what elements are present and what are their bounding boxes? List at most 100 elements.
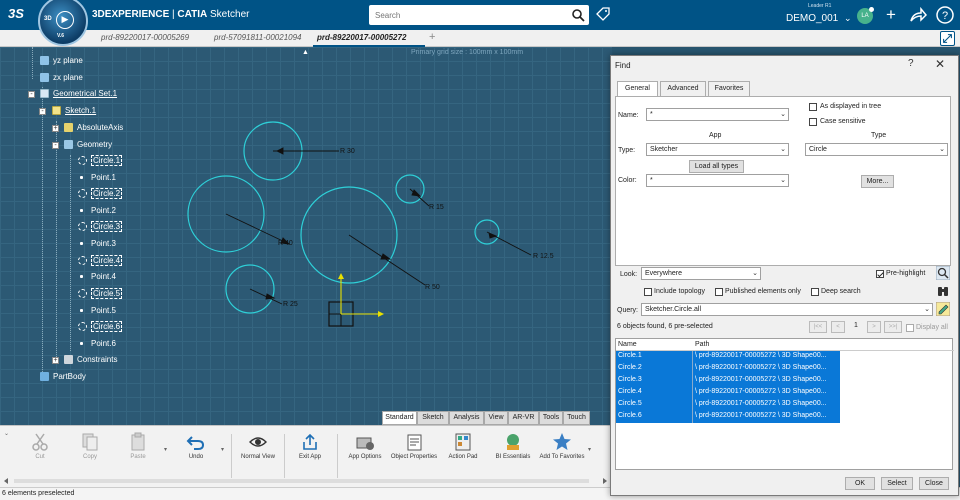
normal-view-icon [249,437,267,447]
tab-touch[interactable]: Touch [563,411,590,425]
as-displayed-checkbox[interactable] [809,103,817,111]
dimension-label[interactable]: R 50 [425,284,440,291]
query-field[interactable]: Sketcher.Circle.all ⌄ [641,303,933,316]
search-icon[interactable] [936,266,950,280]
collapse-icon[interactable]: - [39,108,46,115]
load-all-types-button[interactable]: Load all types [689,160,744,173]
close-icon[interactable]: ✕ [935,57,945,71]
circle-icon [78,156,87,165]
circle-icon [78,322,87,331]
tree-line [70,155,71,351]
result-summary: 6 objects found, 6 pre-selected [617,323,713,330]
collapse-tree-icon[interactable]: ▲ [302,49,309,56]
color-label: Color: [618,177,637,184]
tab-analysis[interactable]: Analysis [449,411,484,425]
first-page-button[interactable]: |<< [809,321,827,333]
tab-ar-vr[interactable]: AR-VR [508,411,539,425]
toolbar-divider [284,434,285,478]
tab-view[interactable]: View [484,411,508,425]
tree-line [32,47,33,79]
include-topology-label: Include topology [654,288,705,295]
table-row[interactable]: Circle.5 \ prd-89220017-00005272 \ 3D Sha… [616,399,840,411]
more-button[interactable]: More... [861,175,894,188]
horizontal-scrollbar[interactable] [0,476,612,486]
star-icon [553,433,571,450]
pre-highlight-label: Pre-highlight [886,270,926,277]
tree-line [56,121,57,361]
tab-general[interactable]: General [617,81,658,97]
chevron-down-icon[interactable]: ⌄ [844,13,852,24]
compass-version: V.6 [57,33,65,39]
svg-text:?: ? [942,10,948,22]
find-dialog[interactable]: Find ? ✕ General Advanced Favorites Name… [610,55,959,496]
include-topology-checkbox[interactable] [644,288,652,296]
help-button[interactable]: ? [908,58,914,69]
app-header: App [709,132,722,139]
toolbar-divider [337,434,338,478]
user-role: Leader R1 [808,3,832,9]
as-displayed-label: As displayed in tree [820,103,882,110]
display-all-checkbox[interactable] [906,324,914,332]
tab-advanced[interactable]: Advanced [660,81,706,96]
app-select[interactable]: Sketcher ⌄ [646,143,789,156]
pre-highlight-checkbox[interactable] [876,270,884,278]
color-select[interactable]: * ⌄ [646,174,789,187]
case-sensitive-checkbox[interactable] [809,118,817,126]
published-only-checkbox[interactable] [715,288,723,296]
expand-tree-icon[interactable]: + [52,125,59,132]
name-label: Name: [618,112,639,119]
type-select[interactable]: Circle ⌄ [805,143,948,156]
table-row[interactable]: Circle.6 \ prd-89220017-00005272 \ 3D Sha… [616,411,840,423]
binoculars-icon[interactable] [936,284,950,298]
name-field[interactable]: * ⌄ [646,108,789,121]
point-icon [80,342,83,345]
chevron-down-icon[interactable]: ▾ [588,446,591,453]
play-icon[interactable]: ▶ [56,11,74,29]
chevron-down-icon[interactable]: ⌄ [4,430,9,437]
chevron-down-icon[interactable]: ▾ [164,446,167,453]
page-number[interactable]: 1 [849,320,863,333]
dimension-label[interactable]: R 12.5 [533,253,554,260]
expand-icon[interactable] [940,31,955,46]
toolbar-divider [231,434,232,478]
dimension-label[interactable]: R 30 [340,148,355,155]
circle-icon [78,289,87,298]
next-page-button[interactable]: > [867,321,881,333]
user-name[interactable]: DEMO_001 [786,13,838,24]
column-header-path[interactable]: Path [695,341,709,348]
table-row[interactable]: Circle.2 \ prd-89220017-00005272 \ 3D Sha… [616,363,840,375]
deep-search-checkbox[interactable] [811,288,819,296]
plane-icon [40,73,49,82]
specification-tree[interactable]: yz plane zx plane - Geometrical Set.1 - … [0,47,312,389]
point-icon [80,209,83,212]
last-page-button[interactable]: >>| [884,321,902,333]
tab-tools[interactable]: Tools [539,411,563,425]
chevron-down-icon: ⌄ [780,177,786,184]
help-icon[interactable]: ? [935,5,955,25]
save-query-icon[interactable] [936,302,950,316]
share-icon[interactable] [908,5,928,25]
table-row[interactable]: Circle.3 \ prd-89220017-00005272 \ 3D Sha… [616,375,840,387]
table-row[interactable]: Circle.1 \ prd-89220017-00005272 \ 3D Sha… [616,351,840,363]
collapse-icon[interactable]: - [52,142,59,149]
column-header-name[interactable]: Name [618,341,637,348]
case-sensitive-label: Case sensitive [820,118,866,125]
compass-3d-label: 3D [44,16,52,22]
chevron-down-icon: ⌄ [780,111,786,118]
tab-standard[interactable]: Standard [382,411,417,425]
dimension-label[interactable]: R 15 [429,204,444,211]
tab-favorites[interactable]: Favorites [708,81,750,96]
collapse-icon[interactable]: - [28,91,35,98]
select-button[interactable]: Select [881,477,913,490]
chevron-down-icon[interactable]: ▾ [221,446,224,453]
results-table[interactable]: Name Path Circle.1 \ prd-89220017-0000527… [615,338,954,470]
general-panel: Name: * ⌄ As displayed in tree Case sensi… [615,96,951,266]
table-row[interactable]: Circle.4 \ prd-89220017-00005272 \ 3D Sha… [616,387,840,399]
look-select[interactable]: Everywhere ⌄ [641,267,761,280]
prev-page-button[interactable]: < [831,321,845,333]
expand-tree-icon[interactable]: + [52,357,59,364]
close-button[interactable]: Close [919,477,949,490]
tab-sketch[interactable]: Sketch [417,411,449,425]
ok-button[interactable]: OK [845,477,875,490]
add-icon[interactable]: + [881,5,901,25]
